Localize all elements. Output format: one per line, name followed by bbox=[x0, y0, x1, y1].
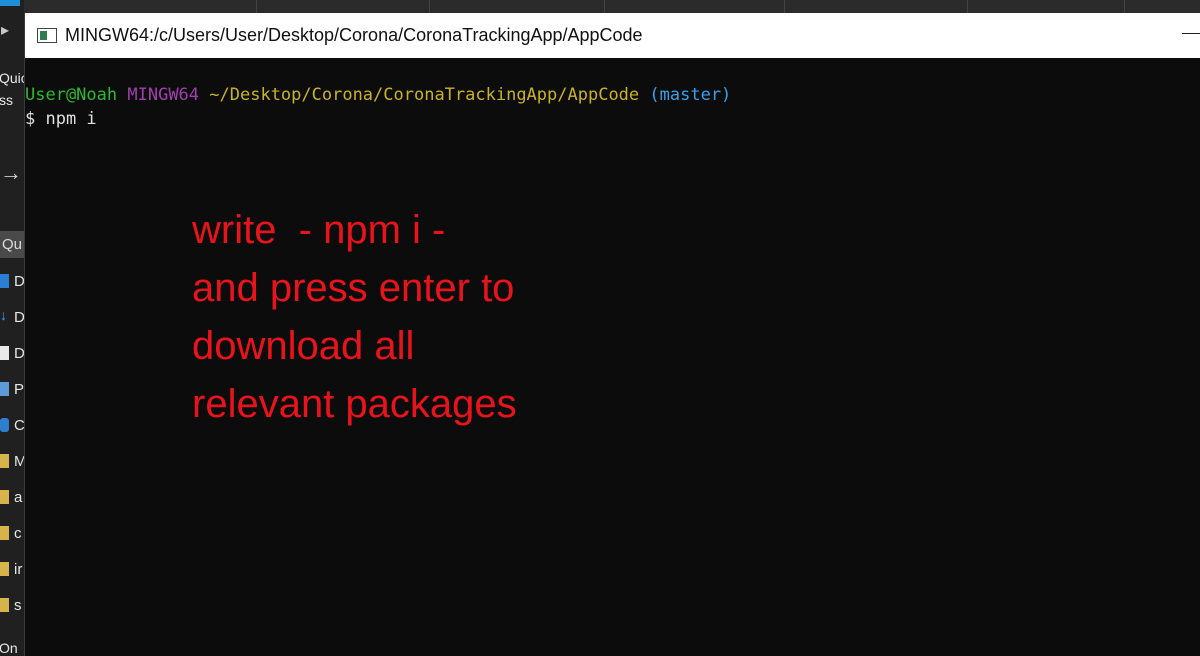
prompt-user-host: User@Noah bbox=[25, 85, 118, 105]
tree-item[interactable]: s bbox=[0, 595, 24, 617]
window-title: MINGW64:/c/Users/User/Desktop/Corona/Cor… bbox=[65, 25, 643, 45]
pinned-folder-icon bbox=[0, 598, 9, 612]
search-box-text: Qu bbox=[2, 236, 23, 253]
background-file-explorer: ▸ Quic ss → Qu D ↓D D P C M a c ir s On bbox=[0, 0, 24, 656]
tree-item-label: P bbox=[14, 381, 24, 398]
quick-access-label-2: ss bbox=[0, 92, 13, 108]
prompt-path: ~/Desktop/Corona/CoronaTrackingApp/AppCo… bbox=[209, 85, 640, 105]
tree-item-label: s bbox=[14, 597, 22, 614]
desktop-icon bbox=[0, 274, 9, 288]
tree-item[interactable]: D bbox=[0, 271, 24, 293]
tree-item[interactable]: M bbox=[0, 451, 24, 473]
download-icon: ↓ bbox=[0, 307, 7, 323]
tree-item[interactable]: D bbox=[0, 343, 24, 365]
terminal-window[interactable]: MINGW64:/c/Users/User/Desktop/Corona/Cor… bbox=[24, 13, 1200, 656]
tree-item-label: D bbox=[14, 345, 24, 362]
annotation-line: relevant packages bbox=[192, 382, 517, 426]
terminal-app-icon[interactable] bbox=[37, 28, 57, 43]
tree-item-label: ir bbox=[14, 561, 23, 578]
title-bar[interactable]: MINGW64:/c/Users/User/Desktop/Corona/Cor… bbox=[25, 13, 1200, 58]
tree-item[interactable]: C bbox=[0, 415, 24, 437]
pinned-folder-icon bbox=[0, 454, 9, 468]
minimize-icon[interactable] bbox=[1182, 33, 1200, 34]
tree-item-label: C bbox=[14, 417, 24, 434]
annotation-line: write - npm i - bbox=[192, 208, 446, 252]
prompt-line: User@Noah MINGW64 ~/Desktop/Corona/Coron… bbox=[25, 83, 731, 107]
instruction-annotation: write - npm i - and press enter to downl… bbox=[192, 201, 712, 433]
command-line[interactable]: $ npm i bbox=[25, 107, 97, 131]
explorer-search-box[interactable]: Qu bbox=[0, 231, 24, 258]
forward-arrow-icon[interactable]: → bbox=[0, 160, 22, 186]
pin-icon[interactable]: ▸ bbox=[1, 20, 9, 40]
picture-icon bbox=[0, 382, 9, 396]
explorer-accent-bar bbox=[0, 0, 20, 6]
document-icon bbox=[0, 346, 9, 360]
quick-access-label[interactable]: Quic bbox=[0, 70, 24, 86]
tree-item-label: M bbox=[14, 453, 24, 470]
pinned-folder-icon bbox=[0, 490, 9, 504]
prompt-shell: MINGW64 bbox=[127, 85, 200, 105]
background-window-strip bbox=[24, 0, 1200, 13]
onedrive-label[interactable]: On bbox=[0, 640, 18, 656]
tree-item[interactable]: ir bbox=[0, 559, 24, 581]
tree-item[interactable]: ↓ D bbox=[0, 307, 24, 329]
pinned-folder-icon bbox=[0, 526, 9, 540]
tree-item-label: D bbox=[14, 309, 24, 326]
annotation-line: download all bbox=[192, 324, 415, 368]
tree-item-label: c bbox=[14, 525, 22, 542]
tree-item[interactable]: c bbox=[0, 523, 24, 545]
annotation-line: and press enter to bbox=[192, 266, 515, 310]
prompt-branch: (master) bbox=[649, 85, 732, 105]
pinned-folder-icon bbox=[0, 562, 9, 576]
tree-item[interactable]: P bbox=[0, 379, 24, 401]
tree-item-label: a bbox=[14, 489, 23, 506]
tree-item[interactable]: a bbox=[0, 487, 24, 509]
tree-item-label: D bbox=[14, 273, 24, 290]
person-icon bbox=[0, 418, 9, 432]
